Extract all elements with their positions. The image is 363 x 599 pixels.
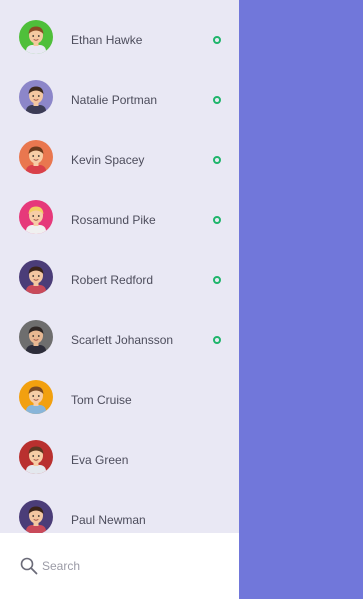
contact-item[interactable]: Tom Cruise xyxy=(0,370,239,430)
avatar-bearded-man-gray-bg-icon xyxy=(19,320,53,354)
online-status-icon xyxy=(213,36,221,44)
contact-list[interactable]: Ethan Hawke Natalie Portman Kevin Spacey Ro… xyxy=(0,0,239,533)
contact-item[interactable]: Kevin Spacey xyxy=(0,130,239,190)
app-window: Ethan Hawke Natalie Portman Kevin Spacey Ro… xyxy=(0,0,363,599)
contact-name: Kevin Spacey xyxy=(71,153,145,167)
contact-item[interactable]: Paul Newman xyxy=(0,490,239,533)
search-bar xyxy=(0,533,239,599)
online-status-icon xyxy=(213,216,221,224)
online-status-icon xyxy=(213,336,221,344)
online-status-icon xyxy=(213,96,221,104)
contact-name: Paul Newman xyxy=(71,513,146,527)
contact-name: Robert Redford xyxy=(71,273,154,287)
contact-item[interactable]: Robert Redford xyxy=(0,250,239,310)
contact-name: Scarlett Johansson xyxy=(71,333,174,347)
contacts-sidebar: Ethan Hawke Natalie Portman Kevin Spacey Ro… xyxy=(0,0,239,599)
contact-name: Eva Green xyxy=(71,453,129,467)
online-status-icon xyxy=(213,156,221,164)
search-input[interactable] xyxy=(42,556,222,576)
contact-item[interactable]: Natalie Portman xyxy=(0,70,239,130)
contact-item[interactable]: Scarlett Johansson xyxy=(0,310,239,370)
avatar-boy-green-bg-icon xyxy=(19,20,53,54)
avatar-woman-orange-bg-icon xyxy=(19,140,53,174)
avatar-man-purple-bg-icon xyxy=(19,80,53,114)
avatar-blonde-woman-pink-bg-icon xyxy=(19,200,53,234)
avatar-woman-dark-purple-bg-icon xyxy=(19,260,53,294)
online-status-icon xyxy=(213,276,221,284)
contact-name: Tom Cruise xyxy=(71,393,132,407)
contact-name: Natalie Portman xyxy=(71,93,158,107)
contact-name: Ethan Hawke xyxy=(71,33,143,47)
avatar-woman-purple-bg-icon xyxy=(19,500,53,533)
avatar-man-red-bg-icon xyxy=(19,440,53,474)
contact-item[interactable]: Ethan Hawke xyxy=(0,10,239,70)
contact-item[interactable]: Eva Green xyxy=(0,430,239,490)
contact-name: Rosamund Pike xyxy=(71,213,156,227)
search-icon[interactable] xyxy=(20,557,38,575)
avatar-man-yellow-bg-icon xyxy=(19,380,53,414)
contact-item[interactable]: Rosamund Pike xyxy=(0,190,239,250)
